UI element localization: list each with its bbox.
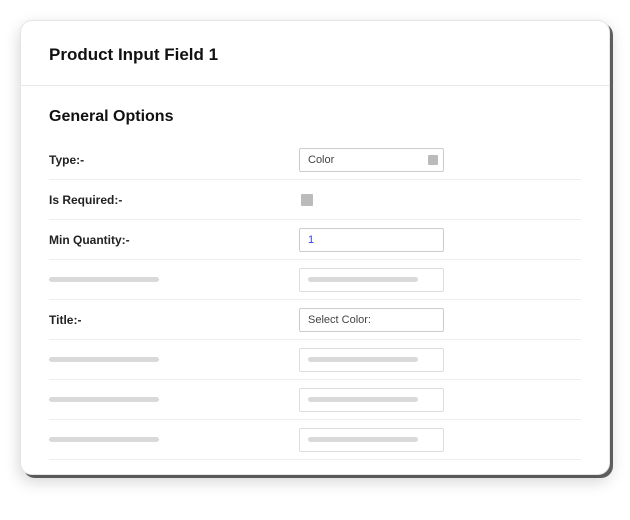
- input-col-min-quantity: [299, 228, 444, 252]
- skeleton-label: [49, 277, 159, 282]
- min-quantity-input[interactable]: [299, 228, 444, 252]
- skeleton-label: [49, 397, 159, 402]
- input-col-is-required: [299, 194, 313, 206]
- label-placeholder-2: [49, 357, 299, 362]
- input-col-placeholder-1: [299, 268, 444, 292]
- input-col-placeholder-4: [299, 428, 444, 452]
- title-input[interactable]: [299, 308, 444, 332]
- input-col-type: Color: [299, 148, 444, 172]
- type-select-value: Color: [308, 154, 334, 166]
- row-min-quantity: Min Quantity:-: [49, 220, 581, 260]
- row-placeholder-3: [49, 380, 581, 420]
- skeleton-inner: [308, 277, 418, 282]
- row-placeholder-2: [49, 340, 581, 380]
- skeleton-input: [299, 268, 444, 292]
- row-placeholder-1: [49, 260, 581, 300]
- row-type: Type:- Color: [49, 140, 581, 180]
- skeleton-inner: [308, 437, 418, 442]
- label-placeholder-1: [49, 277, 299, 282]
- label-title: Title:-: [49, 313, 299, 327]
- row-placeholder-4: [49, 420, 581, 460]
- skeleton-inner: [308, 357, 418, 362]
- section-title: General Options: [49, 108, 581, 126]
- input-col-placeholder-2: [299, 348, 444, 372]
- skeleton-label: [49, 357, 159, 362]
- skeleton-input: [299, 348, 444, 372]
- skeleton-label: [49, 437, 159, 442]
- label-min-quantity: Min Quantity:-: [49, 233, 299, 247]
- row-title: Title:-: [49, 300, 581, 340]
- label-type: Type:-: [49, 153, 299, 167]
- input-col-placeholder-3: [299, 388, 444, 412]
- skeleton-input: [299, 428, 444, 452]
- input-col-title: [299, 308, 444, 332]
- type-select-wrap: Color: [299, 148, 444, 172]
- skeleton-inner: [308, 397, 418, 402]
- type-select[interactable]: Color: [299, 148, 444, 172]
- skeleton-input: [299, 388, 444, 412]
- label-placeholder-4: [49, 437, 299, 442]
- is-required-checkbox[interactable]: [301, 194, 313, 206]
- card-header: Product Input Field 1: [21, 21, 609, 86]
- card-body: General Options Type:- Color Is Required…: [21, 86, 609, 474]
- row-is-required: Is Required:-: [49, 180, 581, 220]
- card-title: Product Input Field 1: [49, 45, 581, 65]
- label-placeholder-3: [49, 397, 299, 402]
- label-is-required: Is Required:-: [49, 193, 299, 207]
- product-input-card: Product Input Field 1 General Options Ty…: [20, 20, 610, 475]
